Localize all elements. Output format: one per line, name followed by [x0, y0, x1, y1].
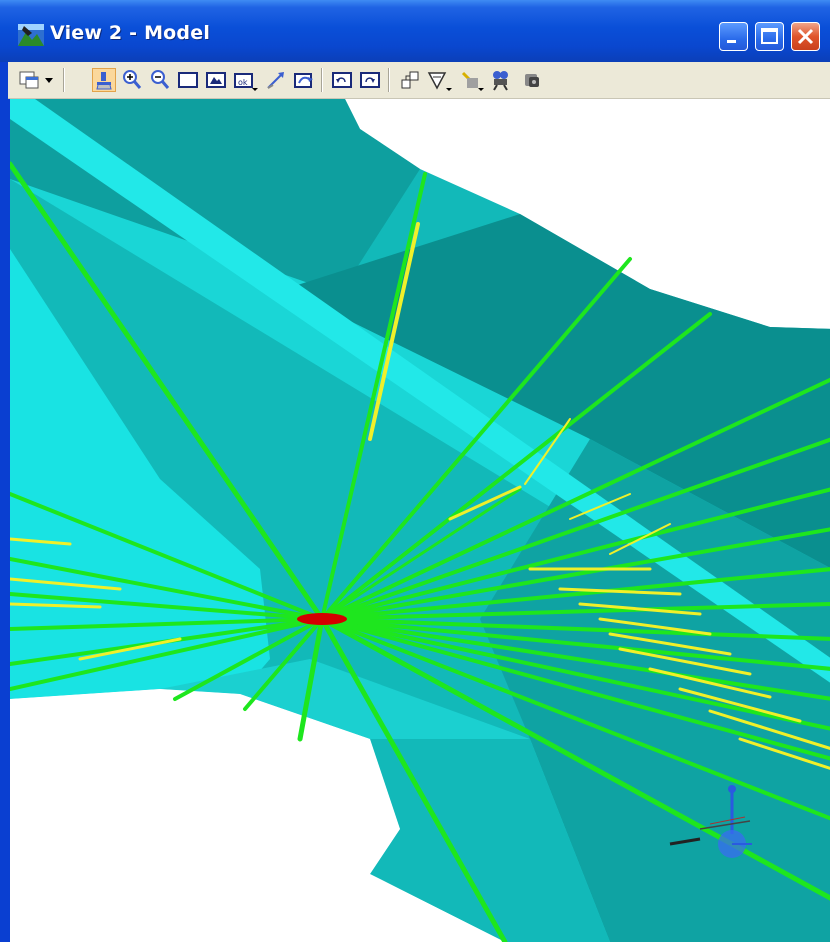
rotate-view-icon: ok [234, 73, 258, 91]
view-attributes-button[interactable] [18, 68, 42, 92]
terrain-model-view[interactable] [10, 99, 830, 942]
view-window-icon [18, 24, 44, 46]
view-previous-button[interactable] [330, 68, 354, 92]
close-button[interactable] [791, 22, 820, 51]
dropdown-arrow-icon [45, 78, 53, 83]
target-point[interactable] [297, 613, 347, 625]
view-attributes-icon [19, 71, 39, 89]
clip-volume-icon [461, 71, 484, 91]
minimize-icon [727, 40, 736, 43]
view-next-button[interactable] [358, 68, 382, 92]
copy-view-icon [401, 71, 419, 89]
clip-volume-button[interactable] [458, 68, 486, 92]
rotate-view-button[interactable]: ok [232, 68, 260, 92]
dynamic-view-icon [294, 73, 313, 88]
render-icon [525, 74, 539, 87]
update-view-button[interactable] [92, 68, 116, 92]
copy-view-button[interactable] [398, 68, 422, 92]
view-window: View 2 - Model ok [0, 0, 830, 942]
zoom-out-button[interactable] [148, 68, 172, 92]
camera-button[interactable] [488, 68, 512, 92]
render-button[interactable] [520, 68, 544, 92]
view-display-mode-button[interactable] [426, 68, 454, 92]
pan-view-button[interactable] [264, 68, 288, 92]
zoom-in-icon [123, 70, 142, 89]
view-toolbar: ok [8, 62, 830, 99]
view-attributes-dropdown[interactable] [42, 68, 56, 92]
close-icon [797, 28, 814, 45]
update-view-icon [96, 72, 112, 90]
camera-icon [493, 71, 508, 91]
minimize-button[interactable] [719, 22, 748, 51]
pan-view-icon [267, 72, 284, 89]
window-area-icon [178, 72, 198, 88]
view-next-icon [360, 72, 380, 88]
svg-text:ok: ok [238, 78, 248, 87]
zoom-out-icon [151, 70, 170, 89]
title-bar[interactable]: View 2 - Model [0, 0, 830, 62]
maximize-icon [761, 28, 778, 44]
fit-view-icon [206, 72, 226, 88]
view-display-mode-icon [427, 72, 452, 91]
maximize-button[interactable] [755, 22, 784, 51]
window-area-button[interactable] [176, 68, 200, 92]
window-title: View 2 - Model [50, 22, 211, 44]
view-previous-icon [332, 72, 352, 88]
model-viewport[interactable] [8, 99, 830, 942]
zoom-in-button[interactable] [120, 68, 144, 92]
fit-view-button[interactable] [204, 68, 228, 92]
dynamic-view-button[interactable] [292, 68, 316, 92]
